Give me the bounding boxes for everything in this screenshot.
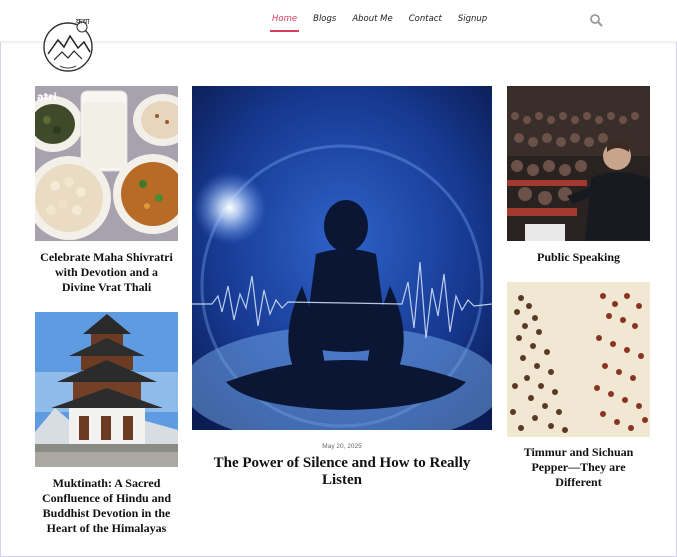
logo-mountain-moon-icon: कथा <box>43 17 93 72</box>
svg-text:atri: atri <box>37 92 57 103</box>
post-card-shivratri[interactable]: atri Celebrate Maha Shivratri with Devot… <box>35 86 178 296</box>
site-logo[interactable]: कथा <box>40 14 102 74</box>
post-title-public-speaking[interactable]: Public Speaking <box>507 250 650 265</box>
svg-text:कथा: कथा <box>76 17 90 26</box>
featured-post-card[interactable] <box>192 86 492 436</box>
post-image-muktinath <box>35 312 178 467</box>
nav-about-me[interactable]: About Me <box>352 14 392 29</box>
featured-post-title[interactable]: The Power of Silence and How to Really L… <box>200 455 484 489</box>
post-title-timmur[interactable]: Timmur and Sichuan Pepper—They are Diffe… <box>513 445 644 490</box>
featured-post-date: May 20, 2025 <box>322 443 362 450</box>
main-nav: Home Blogs About Me Contact Signup <box>269 14 487 32</box>
post-card-muktinath[interactable]: Muktinath: A Sacred Confluence of Hindu … <box>35 312 178 542</box>
post-image-timmur <box>507 282 650 437</box>
post-card-timmur[interactable]: Timmur and Sichuan Pepper—They are Diffe… <box>507 282 650 492</box>
nav-home[interactable]: Home <box>269 14 300 32</box>
nav-blogs[interactable]: Blogs <box>313 14 336 29</box>
post-title-shivratri[interactable]: Celebrate Maha Shivratri with Devotion a… <box>39 250 174 295</box>
post-title-muktinath[interactable]: Muktinath: A Sacred Confluence of Hindu … <box>37 476 176 536</box>
featured-post-image <box>192 86 492 430</box>
nav-signup[interactable]: Signup <box>458 14 487 29</box>
search-icon[interactable] <box>589 13 603 27</box>
nav-contact[interactable]: Contact <box>409 14 442 29</box>
post-card-public-speaking[interactable]: Public Speaking <box>507 86 650 266</box>
post-image-shivratri: atri <box>35 86 178 241</box>
post-image-public-speaking <box>507 86 650 241</box>
